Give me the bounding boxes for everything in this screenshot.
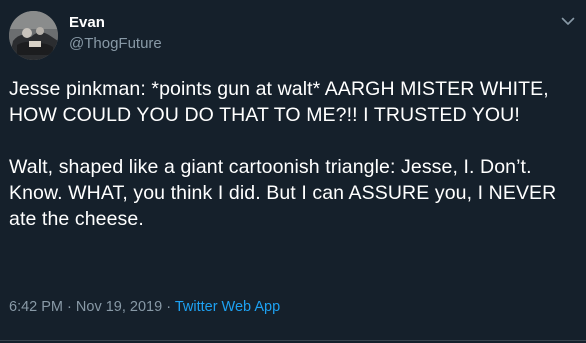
tweet-source-link[interactable]: Twitter Web App — [175, 299, 280, 315]
avatar-image — [9, 11, 58, 60]
avatar[interactable] — [9, 11, 58, 60]
meta-separator: · — [67, 299, 72, 315]
author-handle[interactable]: @ThogFuture — [69, 34, 162, 53]
tweet-card: Evan @ThogFuture Jesse pinkman: *points … — [0, 0, 586, 343]
meta-separator: · — [166, 299, 172, 315]
author-info[interactable]: Evan @ThogFuture — [69, 13, 162, 53]
tweet-time[interactable]: 6:42 PM — [9, 299, 63, 315]
tweet-meta: 6:42 PM · Nov 19, 2019 · Twitter Web App — [9, 298, 280, 317]
chevron-down-icon[interactable] — [559, 12, 577, 30]
tweet-date[interactable]: Nov 19, 2019 — [76, 299, 162, 315]
divider — [0, 340, 586, 341]
author-display-name[interactable]: Evan — [69, 13, 162, 32]
tweet-text: Jesse pinkman: *points gun at walt* AARG… — [9, 78, 557, 230]
